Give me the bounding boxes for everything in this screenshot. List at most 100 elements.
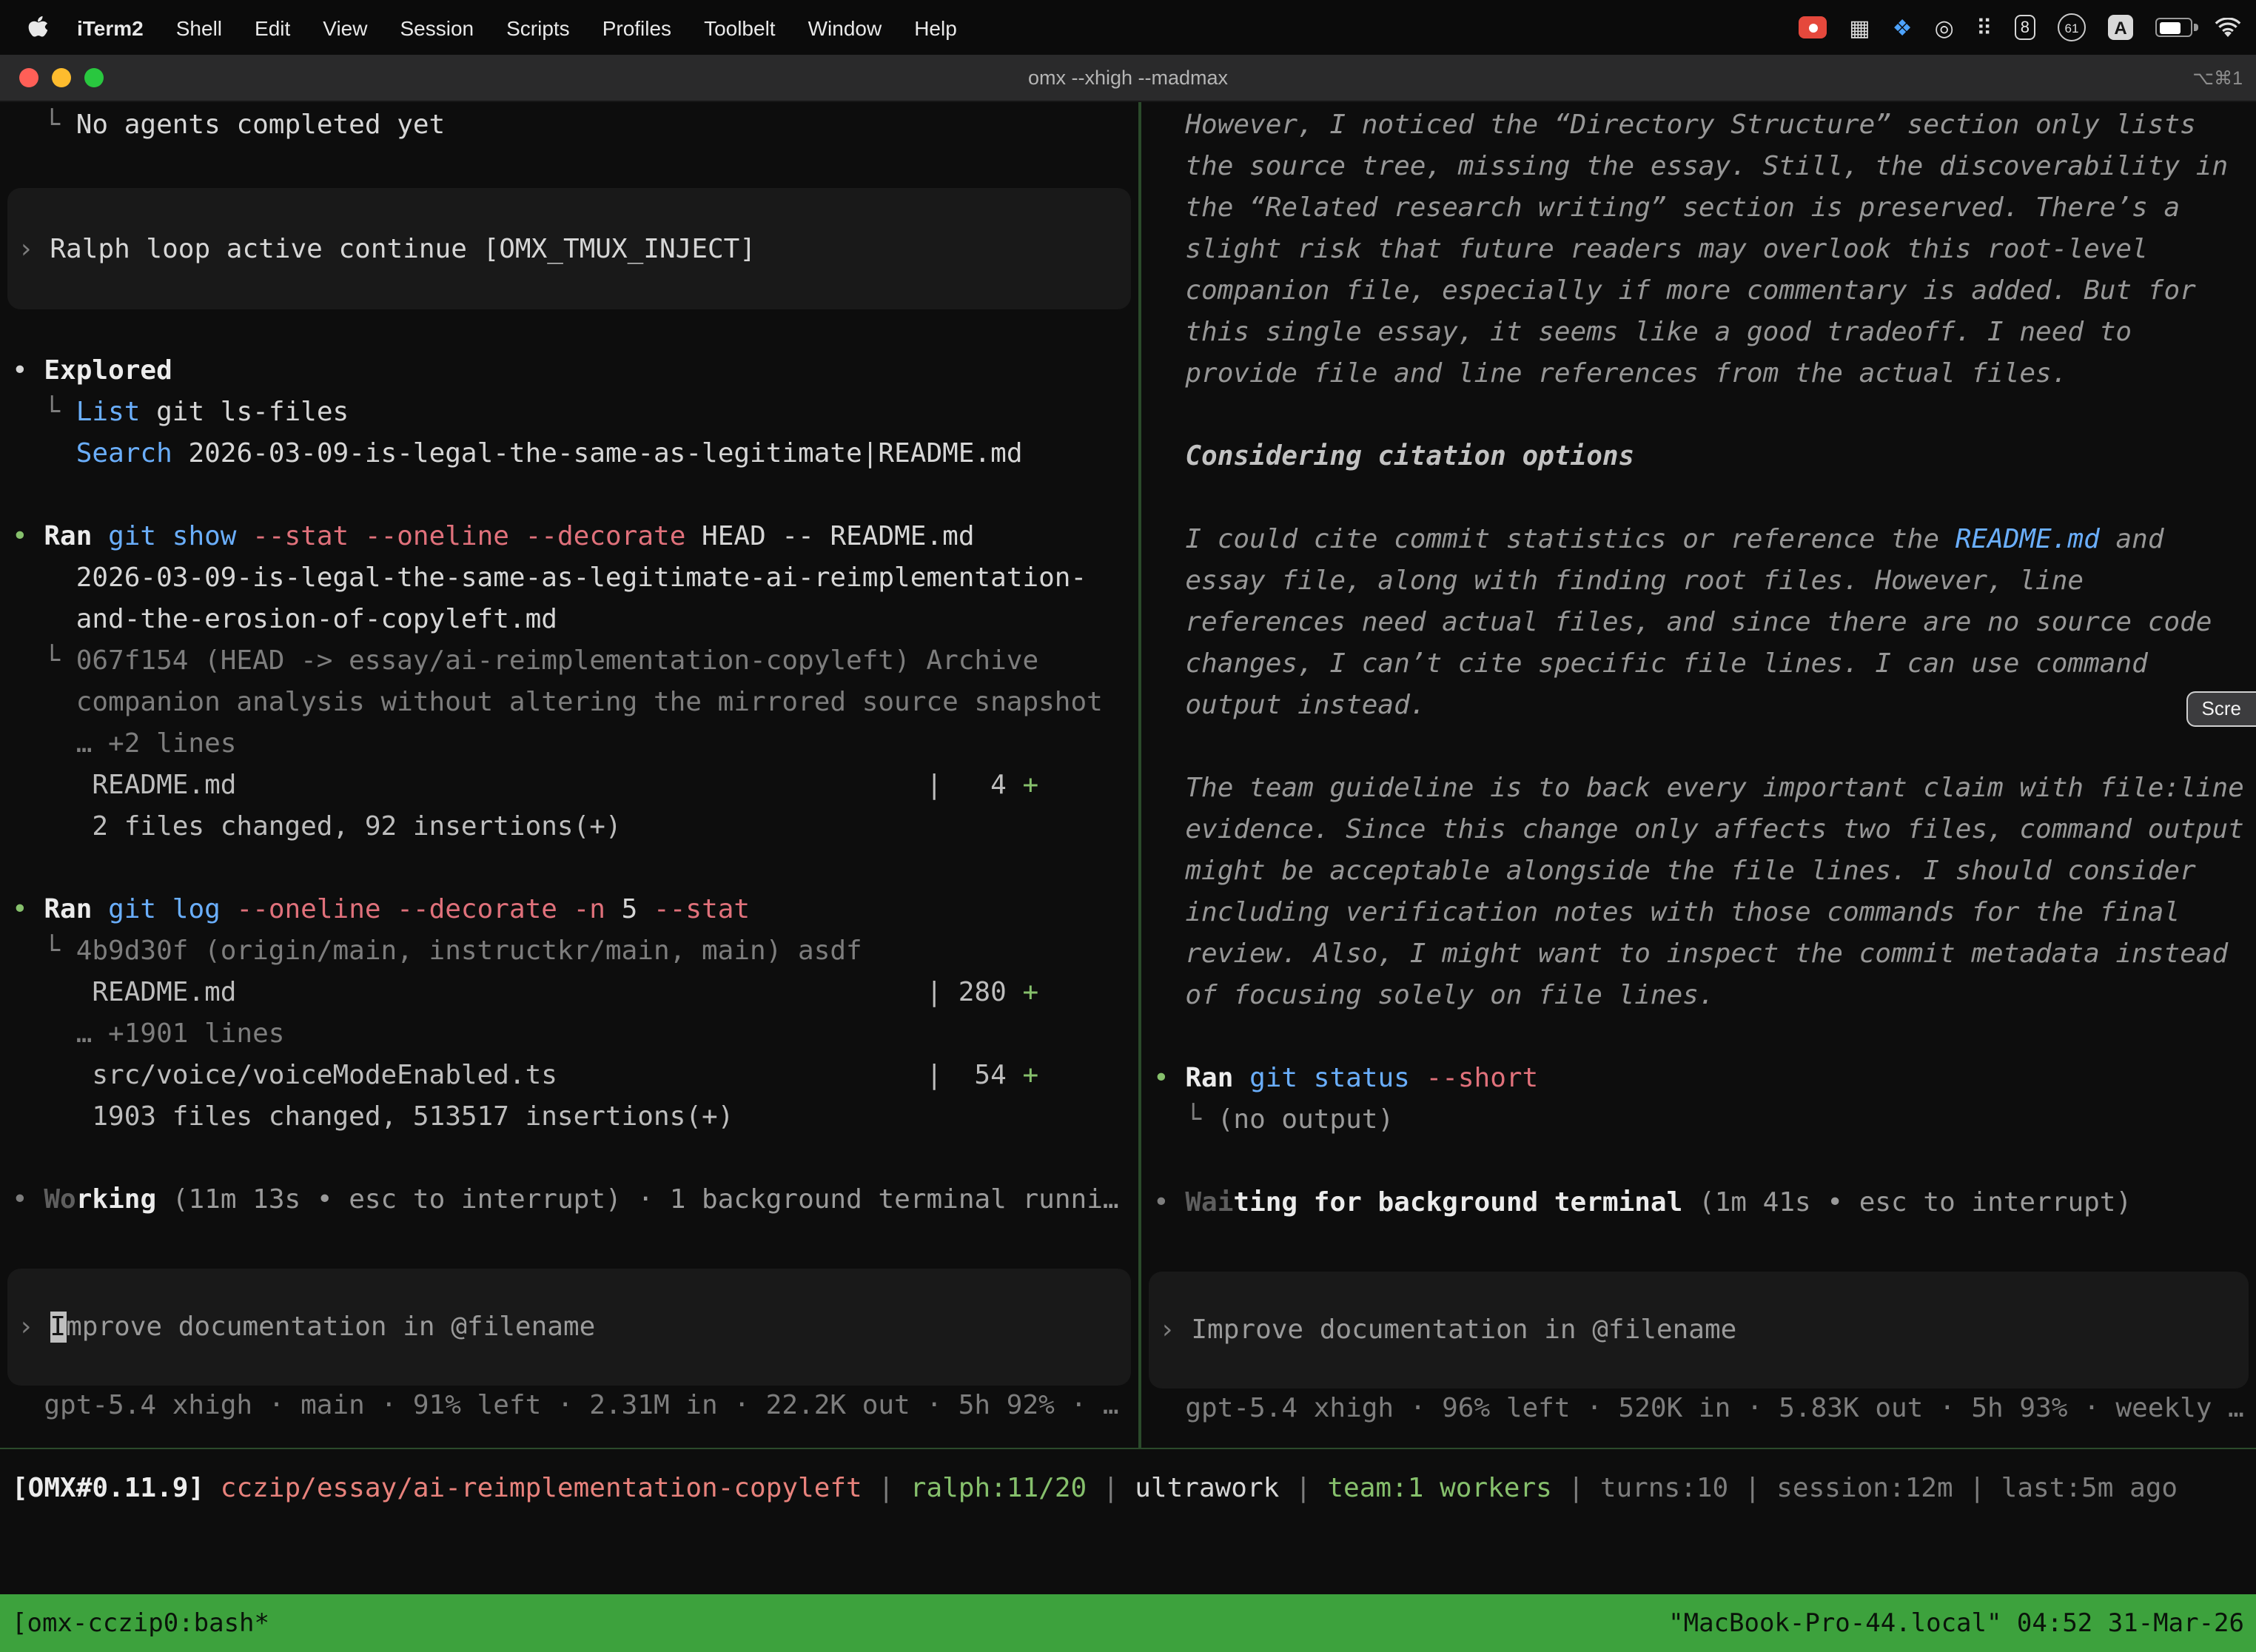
text-segment: 2026-03-09-is-legal-the-same-as-legitima… [12, 563, 1087, 594]
text-segment: Explored [44, 355, 172, 386]
text-segment: 2026-03-09-is-legal-the-same-as-legitima… [172, 438, 1023, 469]
left-terminal-output-top: └ No agents completed yet [0, 105, 1138, 188]
screen-popover[interactable]: Scre [2187, 691, 2256, 727]
text-segment: • [1153, 1063, 1185, 1094]
menu-shell[interactable]: Shell [160, 16, 238, 39]
terminal-line: └ 4b9d30f (origin/main, instructkr/main,… [0, 931, 1138, 973]
terminal-line [0, 147, 1138, 188]
text-segment: Improve documentation in @filename [1191, 1314, 1736, 1346]
text-segment: ultrawork [1135, 1473, 1279, 1504]
zoom-button[interactable] [84, 68, 104, 87]
text-segment: Ran [44, 521, 92, 552]
terminal-line: … +2 lines [0, 724, 1138, 765]
text-segment: Search [76, 438, 172, 469]
text-segment: README.md | 4 [12, 770, 1022, 801]
terminal-line: • Ran git status --short [1141, 1058, 2256, 1100]
terminal-line [1141, 478, 2256, 520]
screen-recording-icon[interactable] [1799, 16, 1827, 38]
raycast-icon[interactable]: ❖ [1893, 14, 1913, 41]
input-source-icon[interactable]: A [2108, 15, 2133, 40]
terminal-line [0, 309, 1138, 351]
text-segment: the source tree, missing the essay. Stil… [1153, 151, 2228, 182]
left-prompt-input[interactable]: › Improve documentation in @filename [7, 1269, 1131, 1386]
terminal-line: 1903 files changed, 513517 insertions(+) [0, 1097, 1138, 1138]
left-pane[interactable]: └ No agents completed yet › Ralph loop a… [0, 102, 1138, 1448]
terminal-line: └ No agents completed yet [0, 105, 1138, 147]
terminal-line: might be acceptable alongside the file l… [1141, 851, 2256, 893]
menubar-app-name[interactable]: iTerm2 [61, 16, 160, 39]
terminal-line: └ (no output) [1141, 1100, 2256, 1141]
text-segment: No agents completed yet [76, 110, 446, 141]
text-segment: ting for background terminal [1233, 1187, 1682, 1218]
text-segment: • [12, 521, 44, 552]
battery-percent-icon[interactable]: 61 [2058, 13, 2086, 41]
window-grid-icon[interactable]: ▦ [1849, 14, 1870, 41]
text-segment: ralph:11/20 [910, 1473, 1087, 1504]
text-segment: the “Related research writing” section i… [1153, 192, 2180, 224]
right-pane[interactable]: However, I noticed the “Directory Struct… [1141, 102, 2256, 1448]
text-segment: and-the-erosion-of-copyleft.md [12, 604, 557, 635]
text-segment: including verification notes with those … [1153, 897, 2180, 928]
text-segment: › [18, 1312, 50, 1343]
dots-grid-icon[interactable]: ⠿ [1976, 14, 1993, 41]
stats-pill-icon[interactable]: 8 [2015, 15, 2035, 40]
terminal-line: └ List git ls-files [0, 392, 1138, 434]
terminal-line: gpt-5.4 xhigh · 96% left · 520K in · 5.8… [1141, 1389, 2256, 1430]
text-segment: of focusing solely on file lines. [1153, 980, 1715, 1011]
wifi-icon[interactable] [2215, 17, 2241, 38]
right-prompt-input[interactable]: › Improve documentation in @filename [1149, 1272, 2249, 1389]
terminal-line: Considering citation options [1141, 437, 2256, 478]
text-segment: List [76, 397, 141, 428]
terminal-line: companion file, especially if more comme… [1141, 271, 2256, 312]
text-segment: › [18, 233, 50, 264]
tmux-host-clock: "MacBook-Pro-44.local" 04:52 31-Mar-26 [1668, 1608, 2244, 1638]
terminal-line: … +1901 lines [0, 1014, 1138, 1055]
menu-toolbelt[interactable]: Toolbelt [688, 16, 792, 39]
text-segment: └ 067f154 (HEAD -> essay/ai-reimplementa… [12, 645, 1038, 676]
menu-help[interactable]: Help [898, 16, 973, 39]
terminal-line: and-the-erosion-of-copyleft.md [0, 600, 1138, 641]
menu-window[interactable]: Window [792, 16, 899, 39]
text-segment: └ [1153, 1104, 1218, 1135]
apple-menu-icon[interactable] [27, 15, 49, 40]
tmux-status-bar: [omx-cczip0:bash* "MacBook-Pro-44.local"… [0, 1594, 2256, 1652]
close-button[interactable] [19, 68, 38, 87]
swirl-app-icon[interactable]: ◎ [1935, 14, 1954, 41]
terminal-line [1141, 1017, 2256, 1058]
text-segment: Wo [44, 1184, 75, 1215]
battery-icon[interactable] [2155, 18, 2192, 37]
text-segment: 1903 files changed, 513517 insertions(+) [12, 1101, 733, 1132]
terminal-line: gpt-5.4 xhigh · main · 91% left · 2.31M … [0, 1386, 1138, 1427]
window-titlebar[interactable]: omx --xhigh --madmax ⌥⌘1 [0, 55, 2256, 102]
menu-edit[interactable]: Edit [238, 16, 306, 39]
minimize-button[interactable] [52, 68, 71, 87]
terminal-line: • Working (11m 13s • esc to interrupt) ·… [0, 1180, 1138, 1221]
traffic-lights [19, 55, 104, 101]
text-segment: slight risk that future readers may over… [1153, 234, 2148, 265]
terminal-line: • Ran git show --stat --oneline --decora… [0, 517, 1138, 558]
window-shortcut-badge: ⌥⌘1 [2192, 67, 2243, 89]
text-segment: 2 files changed, 92 insertions(+) [12, 811, 622, 842]
text-segment: › [1159, 1314, 1191, 1346]
menu-session[interactable]: Session [383, 16, 490, 39]
text-segment: | [1279, 1473, 1327, 1504]
text-segment: … +2 lines [12, 728, 236, 759]
text-segment: └ [12, 397, 76, 428]
terminal-line [0, 848, 1138, 890]
terminal-line: essay file, along with finding root file… [1141, 561, 2256, 602]
text-segment: Wai [1185, 1187, 1233, 1218]
text-segment: … +1901 lines [12, 1018, 284, 1050]
terminal-line: this single essay, it seems like a good … [1141, 312, 2256, 354]
menu-profiles[interactable]: Profiles [586, 16, 688, 39]
terminal-line: The team guideline is to back every impo… [1141, 768, 2256, 810]
menu-view[interactable]: View [306, 16, 383, 39]
terminal-line: However, I noticed the “Directory Struct… [1141, 105, 2256, 147]
right-status-line: gpt-5.4 xhigh · 96% left · 520K in · 5.8… [1141, 1389, 2256, 1430]
text-segment: (11m 13s • esc to interrupt) · 1 backgro… [156, 1184, 1118, 1215]
terminal-line: the “Related research writing” section i… [1141, 188, 2256, 229]
text-segment: + [1022, 977, 1038, 1008]
terminal-line: evidence. Since this change only affects… [1141, 810, 2256, 851]
menu-scripts[interactable]: Scripts [490, 16, 586, 39]
text-segment: provide file and line references from th… [1153, 358, 2067, 389]
text-segment: might be acceptable alongside the file l… [1153, 856, 2196, 887]
